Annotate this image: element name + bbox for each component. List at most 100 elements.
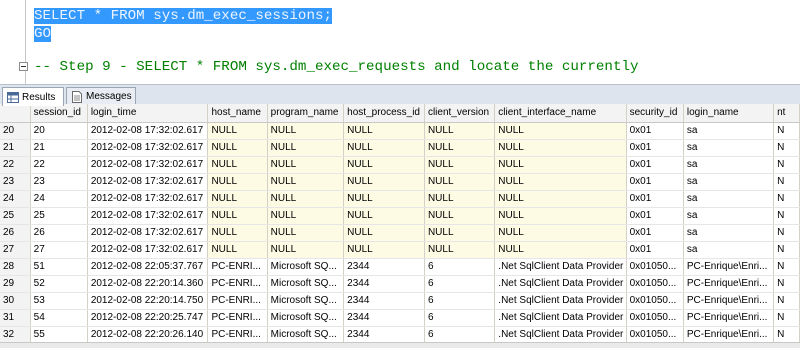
row-number[interactable]: 22: [0, 156, 31, 174]
table-cell[interactable]: 2344: [343, 292, 425, 310]
table-cell[interactable]: PC-Enrique\Enri...: [683, 326, 775, 342]
table-cell[interactable]: N: [773, 292, 800, 310]
table-cell[interactable]: 6: [424, 292, 496, 310]
table-row[interactable]: 25 25 2012-02-08 17:32:02.617 NULL NULL NULL N…: [0, 207, 800, 225]
row-number[interactable]: 23: [0, 173, 31, 191]
table-cell[interactable]: NULL: [343, 122, 425, 140]
table-cell[interactable]: NULL: [424, 241, 496, 259]
table-cell[interactable]: Microsoft SQ...: [267, 326, 345, 342]
table-cell[interactable]: PC-Enrique\Enri...: [683, 258, 775, 276]
table-cell[interactable]: PC-Enrique\Enri...: [683, 309, 775, 327]
results-grid[interactable]: session_id login_time host_name program_nam…: [0, 104, 800, 342]
table-cell[interactable]: 0x01: [626, 241, 684, 259]
table-cell[interactable]: NULL: [267, 156, 345, 174]
table-cell[interactable]: N: [773, 207, 800, 225]
table-cell[interactable]: 0x01: [626, 207, 684, 225]
table-cell[interactable]: NULL: [424, 156, 496, 174]
table-row[interactable]: 31 54 2012-02-08 22:20:25.747 PC-ENRI... Mic…: [0, 309, 800, 327]
table-cell[interactable]: NULL: [494, 190, 627, 208]
code-line-1[interactable]: SELECT * FROM sys.dm_exec_sessions;: [34, 7, 332, 25]
table-cell[interactable]: 2012-02-08 22:20:26.140: [87, 326, 209, 342]
table-cell[interactable]: PC-ENRI...: [207, 326, 268, 342]
table-cell[interactable]: 6: [424, 275, 496, 293]
table-cell[interactable]: NULL: [343, 224, 425, 242]
table-cell[interactable]: NULL: [207, 241, 268, 259]
table-row[interactable]: 30 53 2012-02-08 22:20:14.750 PC-ENRI... Mic…: [0, 292, 800, 310]
table-cell[interactable]: PC-ENRI...: [207, 275, 268, 293]
table-cell[interactable]: N: [773, 275, 800, 293]
table-cell[interactable]: 54: [30, 309, 88, 327]
table-cell[interactable]: NULL: [343, 173, 425, 191]
column-header[interactable]: program_name: [267, 104, 345, 123]
row-number[interactable]: 28: [0, 258, 31, 276]
table-row[interactable]: 20 20 2012-02-08 17:32:02.617 NULL NULL NULL N…: [0, 122, 800, 140]
table-cell[interactable]: 0x01: [626, 139, 684, 157]
table-cell[interactable]: 6: [424, 258, 496, 276]
column-header[interactable]: host_name: [207, 104, 268, 123]
table-row[interactable]: 24 24 2012-02-08 17:32:02.617 NULL NULL NULL N…: [0, 190, 800, 208]
table-row[interactable]: 21 21 2012-02-08 17:32:02.617 NULL NULL NULL N…: [0, 139, 800, 157]
table-cell[interactable]: NULL: [424, 139, 496, 157]
row-number[interactable]: 31: [0, 309, 31, 327]
table-cell[interactable]: 0x01: [626, 156, 684, 174]
table-cell[interactable]: NULL: [267, 173, 345, 191]
row-number[interactable]: 21: [0, 139, 31, 157]
table-cell[interactable]: N: [773, 190, 800, 208]
table-cell[interactable]: NULL: [207, 207, 268, 225]
table-cell[interactable]: NULL: [343, 156, 425, 174]
table-cell[interactable]: N: [773, 122, 800, 140]
table-cell[interactable]: sa: [683, 156, 775, 174]
table-cell[interactable]: NULL: [343, 190, 425, 208]
table-cell[interactable]: 0x01050...: [626, 275, 684, 293]
table-cell[interactable]: 2012-02-08 22:20:14.750: [87, 292, 209, 310]
code-line-2[interactable]: GO: [34, 25, 52, 43]
table-cell[interactable]: 2012-02-08 17:32:02.617: [87, 190, 209, 208]
row-number[interactable]: 29: [0, 275, 31, 293]
table-cell[interactable]: Microsoft SQ...: [267, 309, 345, 327]
table-cell[interactable]: 20: [30, 122, 88, 140]
table-cell[interactable]: 0x01: [626, 190, 684, 208]
row-number[interactable]: 32: [0, 326, 31, 342]
row-number[interactable]: 25: [0, 207, 31, 225]
column-header[interactable]: host_process_id: [343, 104, 425, 123]
tab-results[interactable]: Results: [2, 87, 64, 106]
table-cell[interactable]: 6: [424, 309, 496, 327]
table-cell[interactable]: 2012-02-08 22:20:25.747: [87, 309, 209, 327]
collapse-region-icon[interactable]: [19, 62, 28, 71]
table-cell[interactable]: 0x01: [626, 224, 684, 242]
table-cell[interactable]: Microsoft SQ...: [267, 275, 345, 293]
table-cell[interactable]: NULL: [494, 224, 627, 242]
table-cell[interactable]: 2012-02-08 22:05:37.767: [87, 258, 209, 276]
tab-messages[interactable]: Messages: [66, 87, 136, 105]
table-cell[interactable]: NULL: [343, 139, 425, 157]
table-cell[interactable]: NULL: [494, 156, 627, 174]
table-cell[interactable]: sa: [683, 190, 775, 208]
column-header[interactable]: nt: [773, 104, 800, 123]
table-cell[interactable]: 26: [30, 224, 88, 242]
table-cell[interactable]: 53: [30, 292, 88, 310]
table-cell[interactable]: NULL: [207, 190, 268, 208]
table-cell[interactable]: 2012-02-08 17:32:02.617: [87, 173, 209, 191]
table-row[interactable]: 26 26 2012-02-08 17:32:02.617 NULL NULL NULL N…: [0, 224, 800, 242]
table-cell[interactable]: sa: [683, 224, 775, 242]
table-cell[interactable]: N: [773, 309, 800, 327]
table-cell[interactable]: PC-Enrique\Enri...: [683, 292, 775, 310]
table-cell[interactable]: NULL: [267, 139, 345, 157]
table-cell[interactable]: sa: [683, 207, 775, 225]
table-cell[interactable]: 0x01050...: [626, 326, 684, 342]
table-cell[interactable]: N: [773, 258, 800, 276]
row-number[interactable]: 26: [0, 224, 31, 242]
table-cell[interactable]: .Net SqlClient Data Provider: [494, 326, 627, 342]
table-cell[interactable]: N: [773, 224, 800, 242]
column-header[interactable]: client_interface_name: [494, 104, 627, 123]
table-cell[interactable]: NULL: [267, 207, 345, 225]
table-cell[interactable]: 2012-02-08 17:32:02.617: [87, 241, 209, 259]
table-cell[interactable]: 2344: [343, 275, 425, 293]
table-cell[interactable]: N: [773, 156, 800, 174]
table-cell[interactable]: 6: [424, 326, 496, 342]
table-cell[interactable]: 52: [30, 275, 88, 293]
table-cell[interactable]: NULL: [424, 224, 496, 242]
table-cell[interactable]: 0x01: [626, 173, 684, 191]
row-number[interactable]: 24: [0, 190, 31, 208]
table-cell[interactable]: sa: [683, 173, 775, 191]
